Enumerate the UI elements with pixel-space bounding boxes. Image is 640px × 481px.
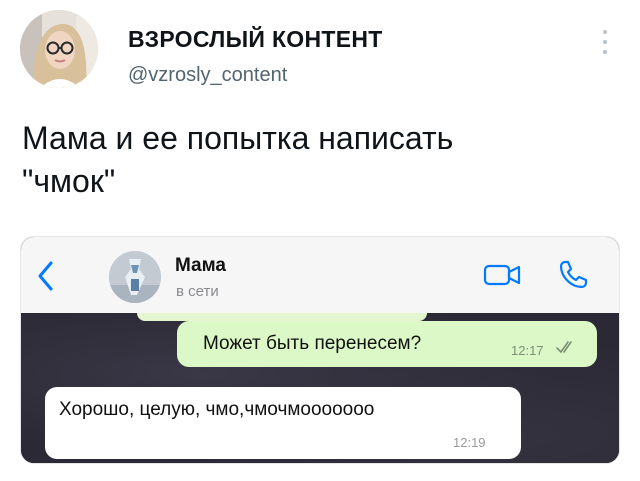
chevron-left-icon[interactable] (35, 259, 57, 293)
contact-avatar[interactable] (109, 251, 161, 303)
tweet-text: Мама и ее попытка написать "чмок" (22, 120, 454, 199)
chat-header: Мама в сети (21, 237, 619, 314)
contact-name[interactable]: Мама (175, 255, 226, 277)
outgoing-message-bubble[interactable]: Может быть перенесем? 12:17 (177, 321, 597, 367)
video-camera-icon[interactable] (483, 261, 523, 289)
contact-status: в сети (176, 283, 219, 300)
message-text: Хорошо, целую, чмо,чмочмоооооoo (59, 399, 375, 420)
message-text: Может быть перенесем? (203, 333, 422, 354)
tweet-header: ВЗРОСЛЫЙ КОНТЕНТ @vzrosly_content (0, 0, 640, 110)
phone-icon[interactable] (557, 259, 589, 291)
tweet-media-chat-screenshot[interactable]: Мама в сети Может быть перенесем? 12:17 (20, 236, 620, 464)
author-avatar[interactable] (20, 10, 98, 88)
double-check-icon (555, 339, 581, 355)
more-options-icon[interactable] (598, 28, 612, 56)
incoming-message-bubble[interactable]: Хорошо, целую, чмо,чмочмоооооoo 12:19 (45, 387, 521, 459)
author-name[interactable]: ВЗРОСЛЫЙ КОНТЕНТ (128, 26, 383, 53)
chat-messages-area[interactable]: Может быть перенесем? 12:17 Хорошо, целу… (21, 313, 619, 463)
author-handle[interactable]: @vzrosly_content (128, 64, 287, 87)
message-time: 12:17 (511, 343, 544, 358)
previous-message-edge (137, 313, 427, 321)
message-time: 12:19 (453, 435, 486, 450)
